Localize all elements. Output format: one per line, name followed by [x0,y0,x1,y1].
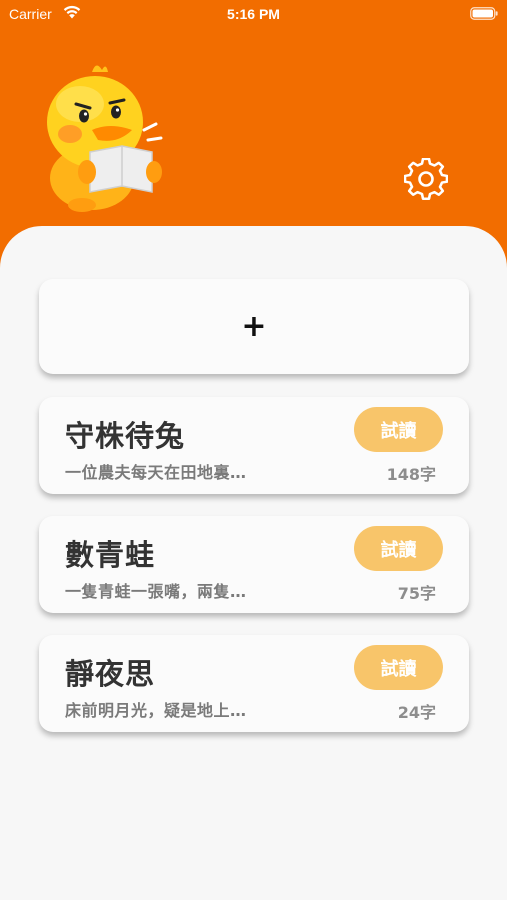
word-count: 148字 [386,465,436,484]
story-title: 守株待兔 [65,419,186,453]
story-card[interactable]: 靜夜思 床前明月光，疑是地上… 試讀 24字 [39,635,469,732]
story-excerpt: 一位農夫每天在田地裏… [65,463,247,482]
story-card[interactable]: 數青蛙 一隻青蛙一張嘴，兩隻… 試讀 75字 [39,516,469,613]
story-excerpt: 床前明月光，疑是地上… [65,701,247,720]
story-card[interactable]: 守株待兔 一位農夫每天在田地裏… 試讀 148字 [39,397,469,494]
story-title: 數青蛙 [65,538,156,572]
plus-icon: + [241,308,267,344]
try-read-button[interactable]: 試讀 [354,526,443,571]
gear-icon[interactable] [404,158,448,202]
story-excerpt: 一隻青蛙一張嘴，兩隻… [65,582,247,601]
status-time: 5:16 PM [227,6,280,22]
word-count: 24字 [397,703,436,722]
duck-mascot-icon [47,65,163,212]
battery-icon [470,7,498,20]
try-read-button[interactable]: 試讀 [354,645,443,690]
try-read-button[interactable]: 試讀 [354,407,443,452]
status-bar: Carrier 5:16 PM [0,0,507,30]
story-title: 靜夜思 [65,657,156,691]
word-count: 75字 [397,584,436,603]
add-story-button[interactable]: + [39,279,469,374]
